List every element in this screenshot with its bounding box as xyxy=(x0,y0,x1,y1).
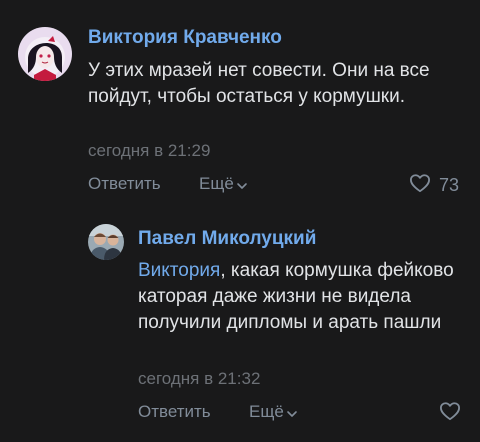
mention-link[interactable]: Виктория xyxy=(138,260,220,281)
chevron-down-icon xyxy=(236,175,248,195)
comment-timestamp[interactable]: сегодня в 21:32 xyxy=(138,369,260,389)
chevron-down-icon xyxy=(286,403,298,423)
reply-button[interactable]: Ответить xyxy=(88,174,161,194)
more-label: Ещё xyxy=(199,174,234,193)
heart-icon xyxy=(409,173,431,198)
more-label: Ещё xyxy=(249,402,284,421)
like-button[interactable] xyxy=(439,401,469,426)
comment-text: Виктория, какая кормушка фейково каторая… xyxy=(138,258,468,336)
heart-icon xyxy=(439,401,461,426)
more-button[interactable]: Ещё xyxy=(249,402,298,423)
like-count: 73 xyxy=(439,175,460,195)
reply-button[interactable]: Ответить xyxy=(138,402,211,422)
comment: Виктория Кравченко У этих мразей нет сов… xyxy=(0,0,480,210)
avatar[interactable] xyxy=(18,27,72,81)
comment-author[interactable]: Виктория Кравченко xyxy=(88,27,282,49)
comments-thread: Виктория Кравченко У этих мразей нет сов… xyxy=(0,0,480,442)
comment-text: У этих мразей нет совести. Они на все по… xyxy=(88,60,430,107)
avatar[interactable] xyxy=(88,224,124,260)
comment-timestamp[interactable]: сегодня в 21:29 xyxy=(88,141,210,161)
like-button[interactable]: 73 xyxy=(409,173,459,198)
more-button[interactable]: Ещё xyxy=(199,174,248,195)
comment-author[interactable]: Павел Миколуцкий xyxy=(138,228,316,250)
